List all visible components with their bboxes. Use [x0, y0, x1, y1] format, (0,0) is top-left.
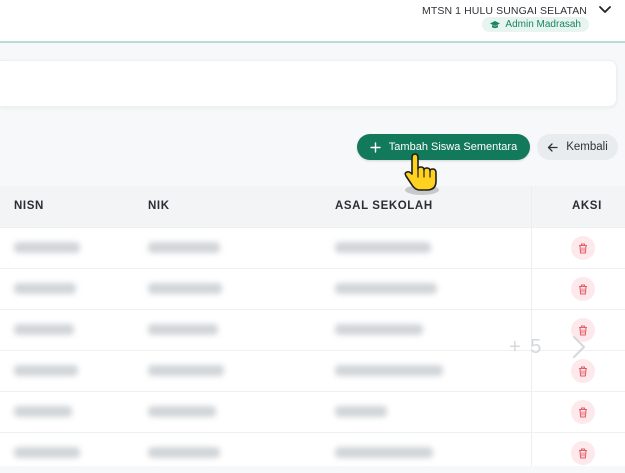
skip-forward-count: + 5: [509, 336, 544, 358]
delete-button[interactable]: [571, 236, 595, 260]
trash-icon: [579, 447, 587, 459]
delete-button[interactable]: [571, 441, 595, 465]
arrow-left-icon: [548, 142, 558, 152]
role-badge-label: Admin Madrasah: [505, 19, 581, 30]
school-name: MTSN 1 HULU SUNGAI SELATAN: [422, 5, 587, 17]
trash-icon: [579, 406, 587, 418]
add-temporary-student-button[interactable]: Tambah Siswa Sementara: [357, 134, 530, 160]
redacted-nik: [148, 283, 222, 294]
redacted-nik: [148, 365, 224, 376]
graduation-cap-icon: [490, 20, 501, 28]
delete-button[interactable]: [571, 277, 595, 301]
chevron-down-icon[interactable]: [598, 4, 612, 16]
redacted-nik: [148, 242, 220, 253]
trash-icon: [579, 283, 587, 295]
trash-icon: [579, 365, 587, 377]
column-header-nik: NIK: [148, 200, 170, 212]
table-row: [0, 432, 625, 473]
table-row: [0, 227, 625, 268]
redacted-school: [335, 324, 423, 335]
trash-icon: [579, 242, 587, 254]
redacted-nik: [148, 447, 220, 458]
column-header-nisn: NISN: [14, 200, 44, 212]
redacted-nisn: [14, 365, 78, 376]
redacted-school: [335, 283, 437, 294]
column-header-aksi: AKSI: [572, 200, 602, 212]
hand-pointer-cursor-icon: [404, 153, 439, 195]
redacted-nisn: [14, 242, 80, 253]
top-bar: MTSN 1 HULU SUNGAI SELATAN Admin Madrasa…: [0, 0, 625, 43]
filter-card: [0, 60, 617, 107]
redacted-school: [335, 242, 431, 253]
redacted-school: [335, 365, 443, 376]
redacted-nisn: [14, 406, 72, 417]
redacted-nik: [148, 406, 216, 417]
delete-button[interactable]: [571, 400, 595, 424]
redacted-school: [335, 406, 387, 417]
students-table: NISN NIK ASAL SEKOLAH AKSI: [0, 186, 625, 466]
redacted-nisn: [14, 447, 80, 458]
redacted-nisn: [14, 324, 74, 335]
table-row: [0, 268, 625, 309]
column-header-asal-sekolah: ASAL SEKOLAH: [335, 200, 433, 212]
redacted-school: [335, 447, 433, 458]
table-row: [0, 391, 625, 432]
chevron-right-icon[interactable]: [570, 334, 588, 360]
plus-icon: [370, 141, 381, 153]
back-button-label: Kembali: [566, 141, 608, 153]
delete-button[interactable]: [571, 359, 595, 383]
redacted-nik: [148, 324, 218, 335]
back-button[interactable]: Kembali: [537, 134, 618, 160]
role-badge: Admin Madrasah: [482, 17, 589, 32]
redacted-nisn: [14, 283, 76, 294]
